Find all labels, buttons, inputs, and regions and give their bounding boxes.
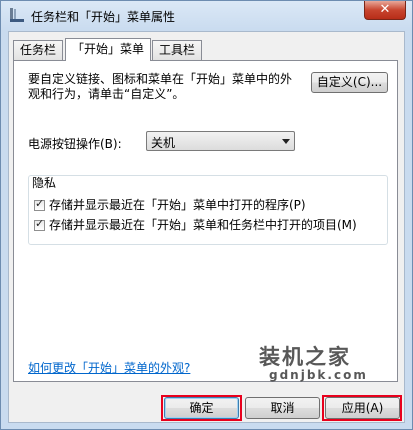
watermark-logo-text: 装机之家 [259, 345, 351, 369]
apply-highlight-box [322, 395, 402, 421]
privacy-group: 隐私 存储并显示最近在「开始」菜单中打开的程序(P) 存储并显示最近在「开始」菜… [28, 175, 388, 245]
privacy-option-programs-label: 存储并显示最近在「开始」菜单中打开的程序(P) [49, 198, 306, 212]
start-menu-panel: 要自定义链接、图标和菜单在「开始」菜单中的外观和行为，请单击“自定义”。 自定义… [13, 60, 398, 382]
window-title: 任务栏和「开始」菜单属性 [31, 10, 176, 24]
chevron-down-icon [282, 139, 290, 144]
power-button-label: 电源按钮操作(B): [28, 137, 122, 151]
privacy-group-title: 隐私 [32, 176, 57, 190]
title-bar[interactable]: 任务栏和「开始」菜单属性 ✕ [1, 1, 412, 31]
tab-taskbar[interactable]: 任务栏 [13, 40, 64, 60]
power-button-select[interactable]: 关机 [146, 131, 295, 151]
customize-button[interactable]: 自定义(C)... [311, 72, 388, 93]
power-button-value: 关机 [151, 136, 176, 150]
privacy-option-items-label: 存储并显示最近在「开始」菜单和任务栏中打开的项目(M) [49, 218, 357, 232]
taskbar-app-icon [10, 8, 24, 22]
checkbox-checked-icon[interactable] [34, 197, 45, 211]
cancel-button[interactable]: 取消 [245, 397, 320, 419]
close-button[interactable]: ✕ [364, 1, 406, 20]
customize-description: 要自定义链接、图标和菜单在「开始」菜单中的外观和行为，请单击“自定义”。 [28, 72, 293, 101]
privacy-option-programs[interactable]: 存储并显示最近在「开始」菜单中打开的程序(P) [34, 196, 306, 213]
tab-toolbars[interactable]: 工具栏 [152, 40, 203, 60]
properties-window: 任务栏和「开始」菜单属性 ✕ 任务栏 「开始」菜单 工具栏 要自定义链接、图标和… [0, 0, 413, 430]
watermark-url: gdnjbk.com [269, 368, 368, 382]
privacy-option-items[interactable]: 存储并显示最近在「开始」菜单和任务栏中打开的项目(M) [34, 216, 357, 233]
checkbox-checked-icon[interactable] [34, 217, 45, 231]
help-link[interactable]: 如何更改「开始」菜单的外观? [28, 359, 190, 376]
tab-start-menu[interactable]: 「开始」菜单 [65, 38, 152, 61]
ok-highlight-box [161, 395, 242, 421]
